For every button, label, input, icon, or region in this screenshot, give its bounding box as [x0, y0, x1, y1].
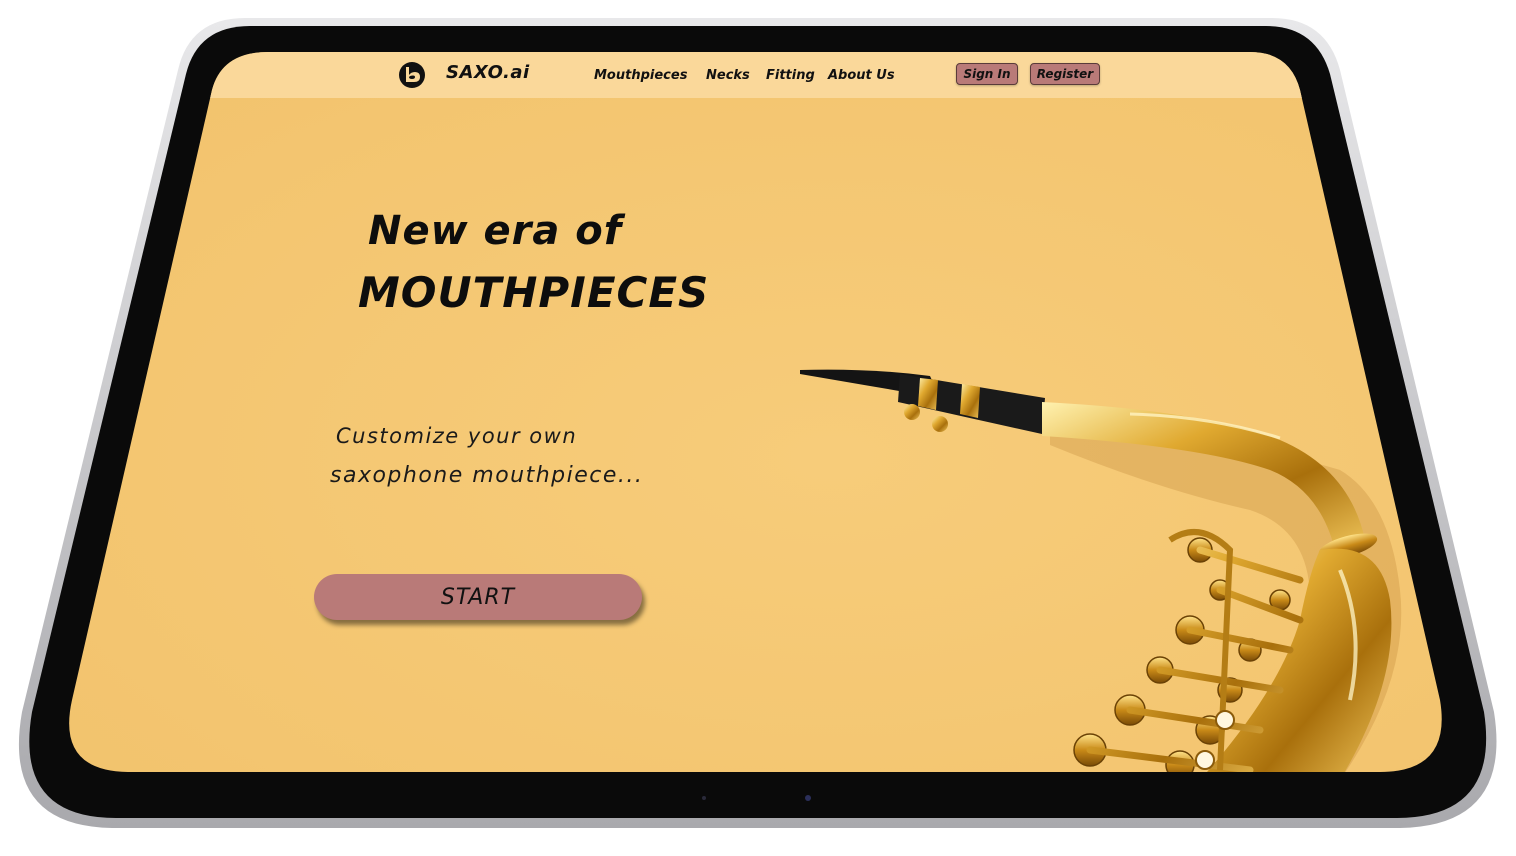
- brand-name[interactable]: SAXO.ai: [446, 62, 530, 83]
- nav-necks[interactable]: Necks: [706, 68, 750, 83]
- start-button[interactable]: START: [314, 574, 642, 620]
- hero-subtitle-line2: saxophone mouthpiece...: [330, 463, 644, 488]
- nav-about-us[interactable]: About Us: [828, 68, 895, 83]
- hero-title-line1: New era of: [368, 208, 623, 254]
- hero-title-line2: MOUTHPIECES: [358, 268, 710, 317]
- saxo-logo-icon[interactable]: [392, 60, 432, 90]
- nav-fitting[interactable]: Fitting: [766, 68, 815, 83]
- nav-mouthpieces[interactable]: Mouthpieces: [594, 68, 687, 83]
- hero-subtitle-line1: Customize your own: [336, 424, 578, 448]
- register-button[interactable]: Register: [1030, 63, 1100, 85]
- app-screen: SAXO.ai Mouthpieces Necks Fitting About …: [0, 0, 1516, 856]
- sign-in-button[interactable]: Sign In: [956, 63, 1018, 85]
- saxophone-image: [800, 369, 1402, 772]
- tablet-mockup: SAXO.ai Mouthpieces Necks Fitting About …: [0, 0, 1516, 856]
